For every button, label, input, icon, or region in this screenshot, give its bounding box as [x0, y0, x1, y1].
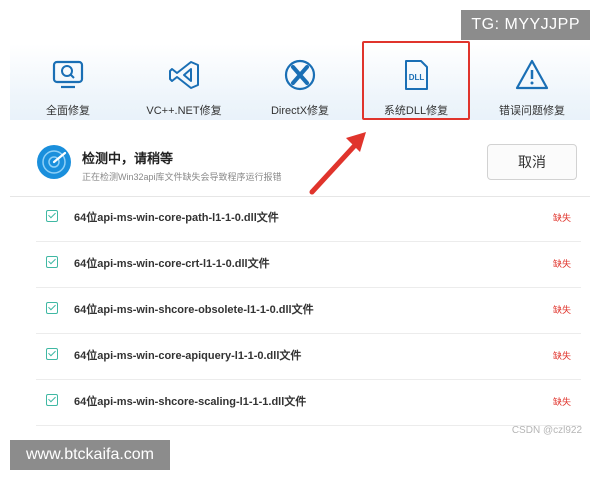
tool-system-dll-repair[interactable]: DLL 系统DLL修复	[358, 41, 474, 120]
radar-scan-icon	[36, 144, 72, 180]
watermark-tg: TG: MYYJJPP	[461, 10, 590, 40]
list-item: 64位api-ms-win-core-crt-l1-1-0.dll文件 缺失	[36, 242, 581, 288]
tool-vc-net-repair[interactable]: VC++.NET修复	[126, 44, 242, 120]
tool-label: VC++.NET修复	[146, 105, 222, 117]
watermark-site: www.btckaifa.com	[10, 440, 170, 470]
missing-badge: 缺失	[552, 259, 571, 269]
list-item: 64位api-ms-win-core-path-l1-1-0.dll文件 缺失	[36, 196, 581, 242]
directx-icon	[281, 56, 319, 94]
tool-full-repair[interactable]: 全面修复	[10, 44, 126, 120]
dll-file-icon: DLL	[397, 56, 435, 94]
scan-subtitle: 正在检测Win32api库文件缺失会导致程序运行报错	[82, 172, 282, 182]
checkbox[interactable]	[46, 256, 58, 268]
file-name: 64位api-ms-win-shcore-scaling-l1-1-1.dll文…	[74, 396, 307, 408]
dll-icon-text: DLL	[409, 73, 425, 82]
file-name: 64位api-ms-win-core-apiquery-l1-1-0.dll文件	[74, 350, 302, 362]
list-item: 64位api-ms-win-shcore-scaling-l1-1-1.dll文…	[36, 380, 581, 426]
list-item: 64位api-ms-win-core-apiquery-l1-1-0.dll文件…	[36, 334, 581, 380]
missing-badge: 缺失	[552, 305, 571, 315]
checkbox[interactable]	[46, 394, 58, 406]
file-name: 64位api-ms-win-core-path-l1-1-0.dll文件	[74, 212, 279, 224]
tool-label: DirectX修复	[270, 105, 330, 117]
checkbox[interactable]	[46, 302, 58, 314]
warning-icon	[513, 56, 551, 94]
tool-label: 全面修复	[46, 105, 90, 117]
missing-badge: 缺失	[552, 213, 571, 223]
checkbox[interactable]	[46, 210, 58, 222]
tool-error-repair[interactable]: 错误问题修复	[474, 44, 590, 120]
visual-studio-icon	[165, 56, 203, 94]
tool-directx-repair[interactable]: DirectX修复	[242, 44, 358, 120]
file-name: 64位api-ms-win-shcore-obsolete-l1-1-0.dll…	[74, 304, 314, 316]
list-item: 64位api-ms-win-shcore-obsolete-l1-1-0.dll…	[36, 288, 581, 334]
missing-badge: 缺失	[552, 351, 571, 361]
watermark-csdn: CSDN @czl922	[511, 425, 582, 436]
tool-label: 系统DLL修复	[383, 105, 449, 117]
checkbox[interactable]	[46, 348, 58, 360]
scan-title: 检测中，请稍等	[82, 151, 174, 166]
cancel-button[interactable]: 取消	[487, 144, 577, 180]
monitor-search-icon	[49, 56, 87, 94]
missing-badge: 缺失	[552, 397, 571, 407]
scan-status: 检测中，请稍等 正在检测Win32api库文件缺失会导致程序运行报错 取消	[36, 142, 581, 192]
tool-label: 错误问题修复	[499, 105, 565, 117]
repair-toolbar: 全面修复 VC++.NET修复 DirectX修复 DLL 系统DLL修复 错误…	[10, 41, 590, 120]
dll-file-list: 64位api-ms-win-core-path-l1-1-0.dll文件 缺失 …	[36, 196, 581, 426]
file-name: 64位api-ms-win-core-crt-l1-1-0.dll文件	[74, 258, 270, 270]
